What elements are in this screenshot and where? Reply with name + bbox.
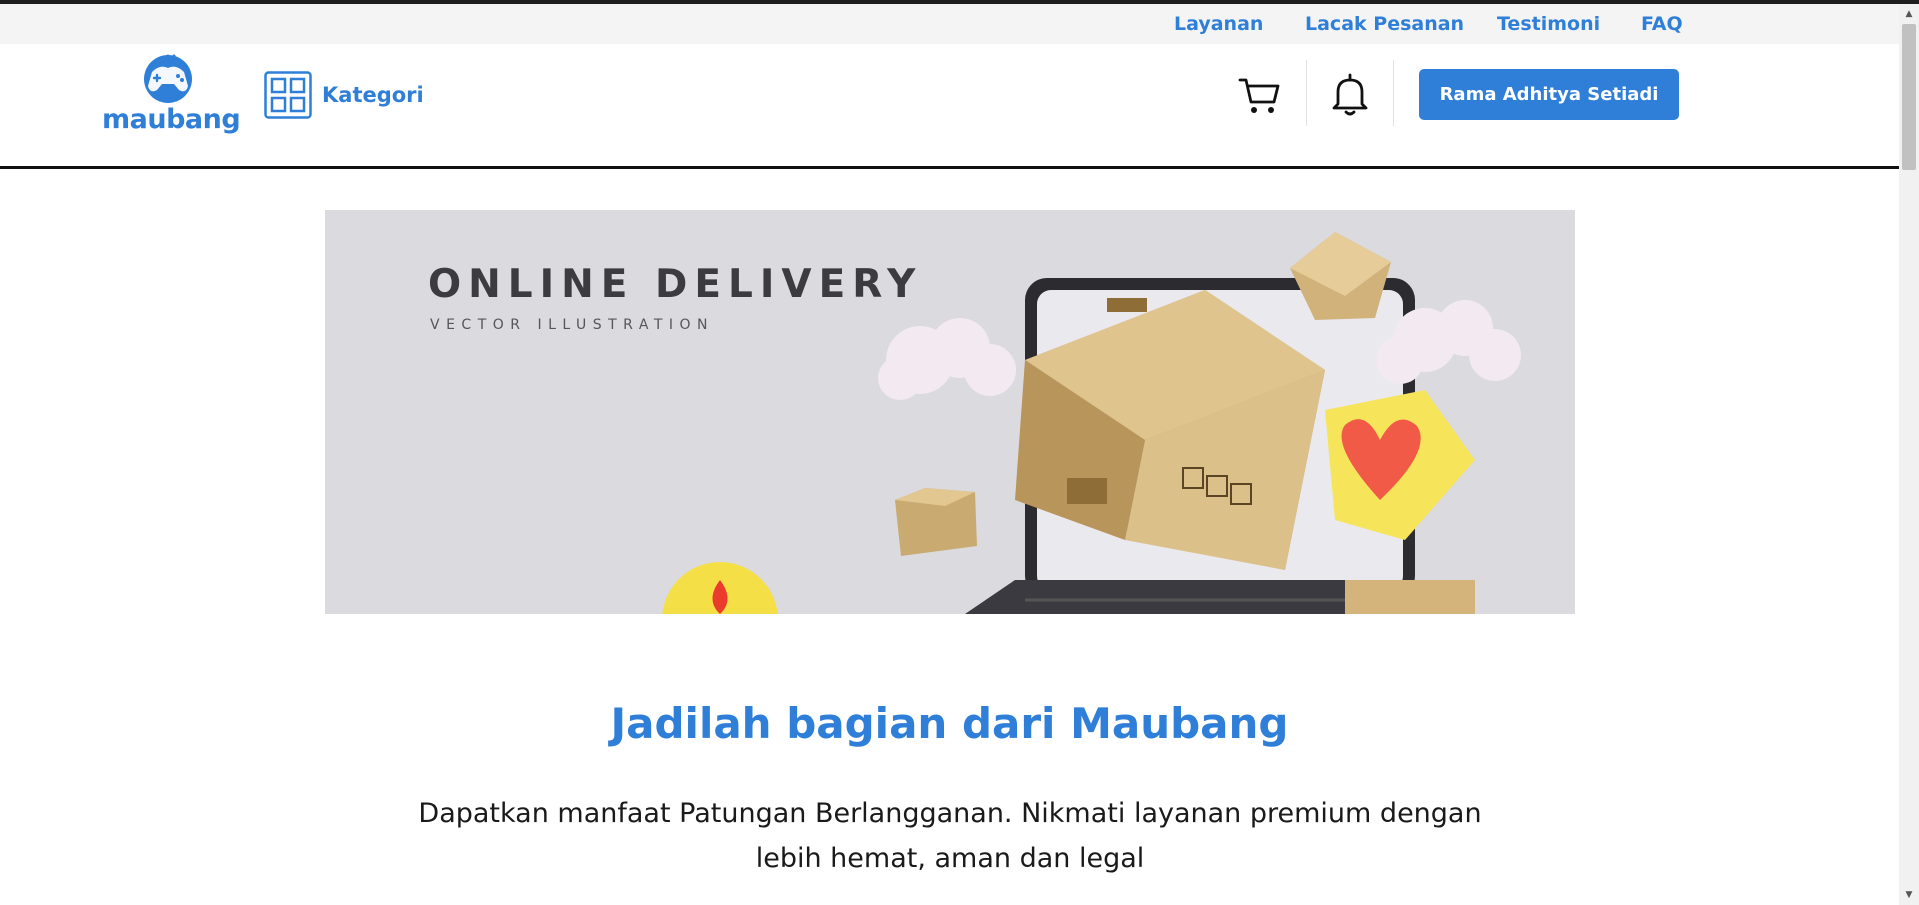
category-label: Kategori bbox=[322, 83, 424, 107]
banner-title: ONLINE DELIVERY bbox=[428, 262, 923, 307]
cart-icon bbox=[1238, 78, 1280, 113]
notification-button[interactable] bbox=[1326, 70, 1374, 118]
main-header: maubang Kategori Rama Adhitya Setiadi bbox=[0, 44, 1899, 169]
scroll-up-arrow-icon[interactable]: ▲ bbox=[1899, 4, 1919, 24]
cart-button[interactable] bbox=[1236, 70, 1284, 118]
nav-link-layanan[interactable]: Layanan bbox=[1174, 13, 1263, 35]
scroll-thumb[interactable] bbox=[1902, 24, 1916, 170]
section-description: Dapatkan manfaat Patungan Berlangganan. … bbox=[418, 798, 1482, 874]
logo-text: maubang bbox=[102, 104, 241, 135]
hero-banner: ONLINE DELIVERY VECTOR ILLUSTRATION bbox=[325, 210, 1575, 614]
nav-link-faq[interactable]: FAQ bbox=[1641, 13, 1683, 35]
top-nav-bar: Layanan Lacak Pesanan Testimoni FAQ bbox=[0, 4, 1899, 44]
scroll-down-arrow-icon[interactable]: ▼ bbox=[1899, 885, 1919, 905]
gamepad-logo-icon bbox=[144, 54, 192, 103]
nav-link-testimoni[interactable]: Testimoni bbox=[1497, 13, 1600, 35]
grid-icon bbox=[264, 71, 312, 119]
category-button[interactable]: Kategori bbox=[264, 70, 424, 120]
section-title: Jadilah bagian dari Maubang bbox=[610, 699, 1289, 748]
header-divider bbox=[1306, 60, 1307, 126]
nav-link-lacak-pesanan[interactable]: Lacak Pesanan bbox=[1305, 13, 1464, 35]
logo[interactable]: maubang bbox=[102, 54, 241, 142]
user-profile-button[interactable]: Rama Adhitya Setiadi bbox=[1419, 69, 1679, 120]
bell-icon bbox=[1332, 73, 1368, 116]
header-divider bbox=[1393, 60, 1394, 126]
vertical-scrollbar[interactable]: ▲ ▼ bbox=[1899, 4, 1919, 905]
banner-subtitle: VECTOR ILLUSTRATION bbox=[430, 317, 714, 333]
